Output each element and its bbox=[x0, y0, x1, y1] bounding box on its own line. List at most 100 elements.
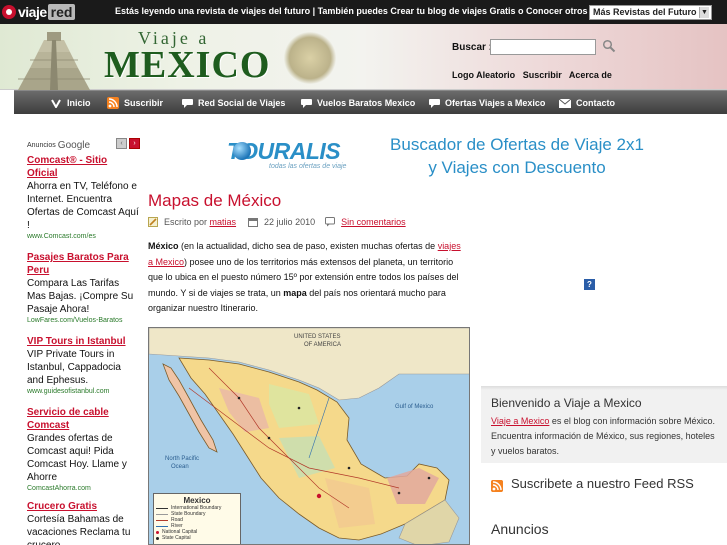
rss-icon bbox=[491, 480, 503, 492]
post-date: 22 julio 2010 bbox=[264, 217, 316, 227]
ad-body: Grandes ofertas de Comcast aqui! Pida Co… bbox=[27, 433, 127, 483]
ads-prev-button[interactable]: ‹ bbox=[116, 138, 127, 149]
post-body-text: (en la actualidad, dicho sea de paso, ex… bbox=[178, 241, 438, 251]
ad-title[interactable]: VIP Tours in Istanbul bbox=[27, 335, 139, 348]
nav-item-label: Ofertas Viajes a Mexico bbox=[445, 98, 546, 108]
search-icon[interactable] bbox=[602, 39, 616, 53]
google-logo: Google bbox=[57, 139, 91, 151]
post-title[interactable]: Mapas de México bbox=[148, 191, 281, 211]
top-bar: viaje red Estás leyendo una revista de v… bbox=[0, 0, 727, 24]
post-body-keyword-mapa: mapa bbox=[283, 287, 307, 298]
rss-icon bbox=[107, 97, 119, 109]
nav-item-red-social[interactable]: Red Social de Viajes bbox=[181, 91, 285, 115]
chat-icon bbox=[428, 98, 440, 108]
post-body: México (en la actualidad, dicho sea de p… bbox=[148, 239, 464, 317]
main-nav: Inicio Suscribir Red Social de Viajes Vu… bbox=[14, 90, 727, 114]
nav-item-ofertas-viajes[interactable]: Ofertas Viajes a Mexico bbox=[428, 91, 545, 115]
eagle-emblem-icon bbox=[283, 32, 337, 84]
search-input[interactable] bbox=[490, 39, 596, 55]
nav-item-contacto[interactable]: Contacto bbox=[559, 91, 615, 115]
ad-body: Compara Las Tarifas Mas Bajas. ¡Compre S… bbox=[27, 278, 134, 315]
nav-item-vuelos-baratos[interactable]: Vuelos Baratos Mexico bbox=[300, 91, 415, 115]
top-message[interactable]: Estás leyendo una revista de viajes del … bbox=[115, 6, 624, 16]
site-title-big[interactable]: MEXICO bbox=[104, 43, 270, 87]
nav-item-inicio[interactable]: Inicio bbox=[50, 91, 91, 115]
map-legend-row-label: State Capital bbox=[162, 535, 191, 541]
map-label-gulf: Gulf of Mexico bbox=[395, 404, 434, 410]
google-ads-column: Anuncios Google ‹ › Comcast® - Sitio Ofi… bbox=[27, 138, 140, 545]
help-badge-icon[interactable]: ? bbox=[584, 279, 595, 290]
ad-title[interactable]: Servicio de cable Comcast bbox=[27, 406, 139, 432]
ad-item[interactable]: Crucero Gratis Cortesía Bahamas de vacac… bbox=[27, 500, 139, 545]
promo-line-2: y Viajes con Descuento bbox=[428, 158, 606, 177]
written-by-label: Escrito por bbox=[164, 217, 208, 227]
ad-body: Cortesía Bahamas de vacaciones Reclama t… bbox=[27, 514, 131, 545]
pencil-icon bbox=[148, 217, 158, 227]
pyramid-icon bbox=[18, 32, 90, 90]
comments-link[interactable]: Sin comentarios bbox=[341, 217, 406, 227]
welcome-box-top bbox=[481, 386, 727, 390]
viajered-logo[interactable]: viaje red bbox=[2, 2, 76, 21]
map-legend: Mexico International Boundary State Boun… bbox=[153, 493, 241, 544]
ad-body: Ahorra en TV, Teléfono e Internet. Encue… bbox=[27, 181, 139, 231]
ad-title[interactable]: Pasajes Baratos Para Peru bbox=[27, 251, 139, 277]
rss-subscribe[interactable]: Suscribete a nuestro Feed RSS bbox=[491, 476, 721, 492]
ads-header-label: Anuncios bbox=[27, 141, 56, 149]
ad-url[interactable]: www.Comcast.com/es bbox=[27, 232, 139, 242]
touralis-tagline: todas las ofertas de viaje bbox=[269, 163, 347, 170]
ad-item[interactable]: VIP Tours in Istanbul VIP Private Tours … bbox=[27, 335, 139, 397]
map-legend-row: State Capital bbox=[156, 535, 238, 541]
ad-url[interactable]: ComcastAhorra.com bbox=[27, 484, 139, 494]
sidebar-ads-heading: Anuncios bbox=[491, 521, 549, 537]
nav-item-label: Contacto bbox=[576, 98, 615, 108]
ads-next-button[interactable]: › bbox=[129, 138, 140, 149]
ad-item[interactable]: Servicio de cable Comcast Grandes oferta… bbox=[27, 406, 139, 494]
map-label-usa: UNITED STATES bbox=[294, 334, 340, 340]
ad-title[interactable]: Crucero Gratis bbox=[27, 500, 139, 513]
ad-item[interactable]: Pasajes Baratos Para Peru Compara Las Ta… bbox=[27, 251, 139, 326]
ad-item[interactable]: Comcast® - Sitio Oficial Ahorra en TV, T… bbox=[27, 154, 139, 242]
promo-banner[interactable]: Buscador de Ofertas de Viaje 2x1 y Viaje… bbox=[362, 133, 672, 179]
ad-title[interactable]: Comcast® - Sitio Oficial bbox=[27, 154, 139, 180]
logo-text-viaje: viaje bbox=[18, 3, 47, 20]
post-body-keyword-mexico: México bbox=[148, 241, 179, 251]
viaje-a-mexico-link[interactable]: Viaje a Mexico bbox=[491, 416, 549, 426]
map-label-pacific: North Pacific bbox=[165, 456, 199, 462]
nav-item-label: Vuelos Baratos Mexico bbox=[317, 98, 416, 108]
v-icon bbox=[50, 98, 62, 108]
nav-item-label: Inicio bbox=[67, 98, 91, 108]
promo-line-1: Buscador de Ofertas de Viaje 2x1 bbox=[390, 135, 644, 154]
rss-subscribe-label: Suscribete a nuestro Feed RSS bbox=[511, 476, 694, 491]
about-link[interactable]: Acerca de bbox=[569, 70, 612, 80]
map-label-pacific-2: Ocean bbox=[171, 464, 189, 470]
chat-icon bbox=[300, 98, 312, 108]
chat-icon bbox=[181, 98, 193, 108]
subscribe-link[interactable]: Suscribir bbox=[523, 70, 562, 80]
globe-icon bbox=[233, 142, 251, 160]
mexico-map-image[interactable]: UNITED STATES OF AMERICA Gulf of Mexico … bbox=[148, 327, 470, 545]
logo-mark-icon bbox=[2, 4, 16, 19]
chevron-down-icon: ▼ bbox=[699, 7, 709, 18]
nav-item-suscribir[interactable]: Suscribir bbox=[107, 91, 163, 115]
site-header: Viaje a MEXICO Buscar : Logo Aleatorio S… bbox=[0, 24, 727, 90]
post-meta: Escrito por matias 22 julio 2010 Sin com… bbox=[148, 217, 406, 227]
header-links: Logo Aleatorio Suscribir Acerca de bbox=[452, 70, 617, 80]
comment-icon bbox=[325, 217, 336, 227]
mail-icon bbox=[559, 98, 571, 108]
more-magazines-select[interactable]: Más Revistas del Futuro ▼ bbox=[589, 5, 712, 20]
welcome-text: Viaje a Mexico es el blog con informació… bbox=[491, 414, 717, 459]
ad-url[interactable]: www.guidesofistanbul.com bbox=[27, 387, 139, 397]
random-logo-link[interactable]: Logo Aleatorio bbox=[452, 70, 515, 80]
nav-item-label: Suscribir bbox=[124, 98, 164, 108]
author-link[interactable]: matias bbox=[210, 217, 237, 227]
touralis-logo[interactable]: TOURALIS todas las ofertas de viaje bbox=[199, 138, 355, 174]
nav-item-label: Red Social de Viajes bbox=[198, 98, 286, 108]
ad-url[interactable]: LowFares.com/Vuelos-Baratos bbox=[27, 316, 139, 326]
logo-text-red: red bbox=[47, 3, 76, 20]
map-legend-title: Mexico bbox=[183, 496, 211, 505]
search-label: Buscar : bbox=[452, 42, 493, 53]
ad-body: VIP Private Tours in Istanbul, Cappadoci… bbox=[27, 349, 121, 386]
map-label-usa-2: OF AMERICA bbox=[304, 342, 341, 348]
calendar-icon bbox=[248, 218, 259, 227]
welcome-title: Bienvenido a Viaje a Mexico bbox=[491, 396, 642, 410]
